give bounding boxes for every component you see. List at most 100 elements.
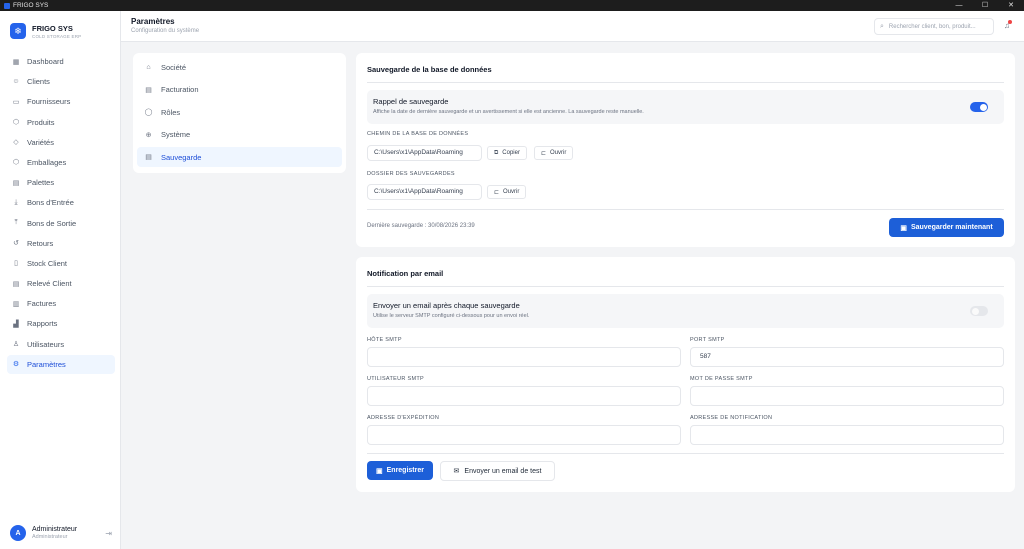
backup-now-button[interactable]: ▣ Sauvegarder maintenant: [889, 218, 1004, 237]
backup-folder-label: DOSSIER DES SAUVEGARDES: [367, 171, 455, 177]
page-subtitle: Configuration du système: [131, 28, 200, 34]
sidebar-item-label: Bons d'Entrée: [27, 198, 74, 208]
save-label: Enregistrer: [386, 467, 424, 474]
truck-icon: ▭: [12, 98, 20, 106]
sidebar-item-dashboard[interactable]: ▦ Dashboard: [7, 52, 115, 71]
notify-address-input[interactable]: [690, 425, 1004, 445]
smtp-host-input[interactable]: [367, 347, 681, 367]
settings-tab-societe[interactable]: ⌂ Société: [137, 57, 342, 77]
sidebar-item-label: Factures: [27, 299, 57, 309]
search-input[interactable]: ⌕ Rechercher client, bon, produit...: [874, 18, 994, 35]
sidebar-item-label: Clients: [27, 77, 50, 87]
sidebar: ❄ FRIGO SYS COLD STORAGE ERP ▦ Dashboard ☺…: [0, 11, 121, 549]
sidebar-item-emballages[interactable]: ⬡ Emballages: [7, 153, 115, 172]
sidebar-item-label: Produits: [27, 117, 55, 127]
smtp-password-input[interactable]: [690, 386, 1004, 406]
backup-reminder-row: Rappel de sauvegarde Affiche la date de …: [367, 90, 1004, 124]
open-folder-label: Ouvrir: [503, 189, 520, 195]
minimize-icon[interactable]: —: [946, 0, 972, 11]
settings-tab-systeme[interactable]: ⊕ Système: [137, 125, 342, 145]
copy-label: Copier: [502, 150, 520, 156]
sidebar-item-rapports[interactable]: ▟ Rapports: [7, 314, 115, 333]
dashboard-icon: ▦: [12, 58, 20, 66]
settings-tab-sauvegarde[interactable]: ▤ Sauvegarde: [137, 147, 342, 168]
brand-subtitle: COLD STORAGE ERP: [32, 33, 82, 39]
email-toggle[interactable]: [970, 306, 988, 316]
db-path-field[interactable]: C:\Users\x1\AppData\Roaming: [367, 145, 482, 161]
sidebar-item-varietes[interactable]: ◇ Variétés: [7, 133, 115, 152]
search-placeholder: Rechercher client, bon, produit...: [888, 23, 976, 30]
settings-tab-label: Système: [161, 130, 191, 140]
sidebar-item-label: Palettes: [27, 178, 55, 188]
open-label: Ouvrir: [550, 150, 567, 156]
settings-tab-label: Facturation: [161, 85, 199, 95]
chart-icon: ▟: [13, 320, 19, 328]
copy-icon: ⧉: [494, 149, 499, 156]
folder-icon: ⊏: [494, 189, 500, 196]
save-button[interactable]: ▣ Enregistrer: [367, 461, 433, 480]
settings-tab-label: Rôles: [161, 107, 181, 117]
sidebar-item-stock-client[interactable]: ▯ Stock Client: [7, 254, 115, 273]
statement-icon: ▤: [12, 280, 20, 288]
smtp-host-label: HÔTE SMTP: [367, 337, 402, 343]
sidebar-item-bons-d-entree[interactable]: ⤓ Bons d'Entrée: [7, 193, 115, 212]
tag-icon: ◇: [13, 139, 19, 147]
maximize-icon[interactable]: ☐: [972, 0, 998, 11]
sidebar-item-retours[interactable]: ↺ Retours: [7, 234, 115, 253]
reminder-description: Affiche la date de dernière sauvegarde e…: [373, 109, 644, 115]
gear-icon: ⚙: [12, 361, 20, 369]
sidebar-item-label: Stock Client: [27, 258, 68, 268]
sidebar-item-label: Relevé Client: [27, 279, 72, 289]
settings-nav: ⌂ Société ▤ Facturation ◯ Rôles ⊕ Système ▤ Sauve…: [133, 53, 346, 173]
sidebar-item-label: Rapports: [27, 319, 58, 329]
brand: ❄ FRIGO SYS COLD STORAGE ERP: [0, 11, 120, 42]
download-icon: ⤓: [14, 198, 18, 206]
sidebar-item-label: Emballages: [27, 157, 67, 167]
email-card: Notification par email Envoyer un email …: [356, 257, 1015, 492]
settings-tab-facturation[interactable]: ▤ Facturation: [137, 80, 342, 100]
package-icon: ⬡: [12, 159, 20, 167]
close-icon[interactable]: ✕: [998, 0, 1024, 11]
send-test-label: Envoyer un email de test: [464, 467, 542, 475]
settings-tab-roles[interactable]: ◯ Rôles: [137, 102, 342, 122]
from-address-label: ADRESSE D'EXPÉDITION: [367, 415, 440, 421]
upload-icon: ⤒: [14, 219, 18, 226]
backup-title: Sauvegarde de la base de données: [367, 65, 492, 74]
copy-path-button[interactable]: ⧉ Copier: [487, 146, 527, 160]
smtp-user-input[interactable]: [367, 386, 681, 406]
avatar[interactable]: A: [10, 525, 26, 541]
sidebar-item-clients[interactable]: ☺ Clients: [7, 72, 115, 91]
smtp-port-label: PORT SMTP: [690, 337, 725, 343]
from-address-input[interactable]: [367, 425, 681, 445]
logout-icon[interactable]: ⇥: [105, 529, 112, 538]
divider: [367, 453, 1004, 454]
database-icon: ▤: [145, 154, 152, 162]
backup-folder-field[interactable]: C:\Users\x1\AppData\Roaming: [367, 184, 482, 200]
sidebar-item-fournisseurs[interactable]: ▭ Fournisseurs: [7, 92, 115, 111]
sidebar-item-releve-client[interactable]: ▤ Relevé Client: [7, 274, 115, 293]
sidebar-item-palettes[interactable]: ▤ Palettes: [7, 173, 115, 192]
open-db-button[interactable]: ⊏ Ouvrir: [534, 146, 574, 160]
sidebar-item-parametres[interactable]: ⚙ Paramètres: [7, 354, 115, 374]
page-header: Paramètres Configuration du système ⌕ Re…: [121, 11, 1024, 42]
app-icon: [4, 2, 10, 9]
sidebar-item-label: Bons de Sortie: [27, 218, 77, 228]
backup-card: Sauvegarde de la base de données Rappel …: [356, 53, 1015, 247]
folder-icon: ⊏: [541, 150, 547, 157]
sidebar-item-bons-de-sortie[interactable]: ⤒ Bons de Sortie: [7, 214, 115, 233]
open-folder-button[interactable]: ⊏ Ouvrir: [487, 185, 527, 199]
sidebar-item-label: Variétés: [27, 137, 54, 147]
sidebar-item-factures[interactable]: ▥ Factures: [7, 294, 115, 313]
sidebar-item-produits[interactable]: ⬡ Produits: [7, 113, 115, 132]
smtp-port-input[interactable]: 587: [690, 347, 1004, 367]
send-test-email-button[interactable]: ✉ Envoyer un email de test: [440, 461, 555, 481]
bell-icon[interactable]: ♫: [1004, 20, 1012, 30]
user-box: A Administrateur Administrateur ⇥: [10, 525, 112, 541]
notification-dot: [1008, 20, 1012, 24]
sidebar-item-utilisateurs[interactable]: ♙ Utilisateurs: [7, 335, 115, 354]
user-role: Administrateur: [32, 534, 68, 540]
search-icon: ⌕: [880, 22, 884, 30]
return-icon: ↺: [13, 240, 19, 248]
reminder-toggle[interactable]: [970, 102, 988, 112]
save-icon: ▣: [900, 224, 907, 232]
